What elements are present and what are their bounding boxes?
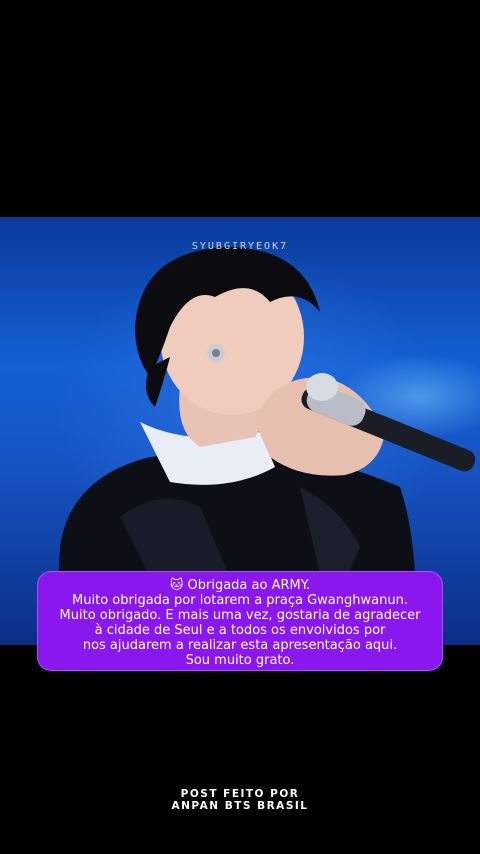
caption-line-1: 🐱 Obrigada ao ARMY. bbox=[169, 578, 311, 593]
cat-emoji-icon: 🐱 bbox=[169, 578, 184, 593]
caption-line-2: Muito obrigada por lotarem a praça Gwang… bbox=[72, 593, 408, 608]
credit-footer: POST FEITO POR ANPAN BTS BRASIL bbox=[0, 788, 480, 812]
credit-line-1: POST FEITO POR bbox=[180, 788, 300, 800]
caption-line-6: Sou muito grato. bbox=[185, 653, 295, 668]
credit-line-2: ANPAN BTS BRASIL bbox=[171, 800, 309, 812]
watermark-text: SYUBGIRYEOK7 bbox=[191, 241, 289, 252]
subtitle-caption-box: 🐱 Obrigada ao ARMY. Muito obrigada por l… bbox=[37, 571, 443, 671]
caption-line-5: nos ajudarem a realizar esta apresentaçã… bbox=[82, 638, 398, 653]
caption-line-3: Muito obrigado. E mais uma vez, gostaria… bbox=[59, 608, 421, 623]
caption-line-4: à cidade de Seul e a todos os envolvidos… bbox=[94, 623, 386, 638]
